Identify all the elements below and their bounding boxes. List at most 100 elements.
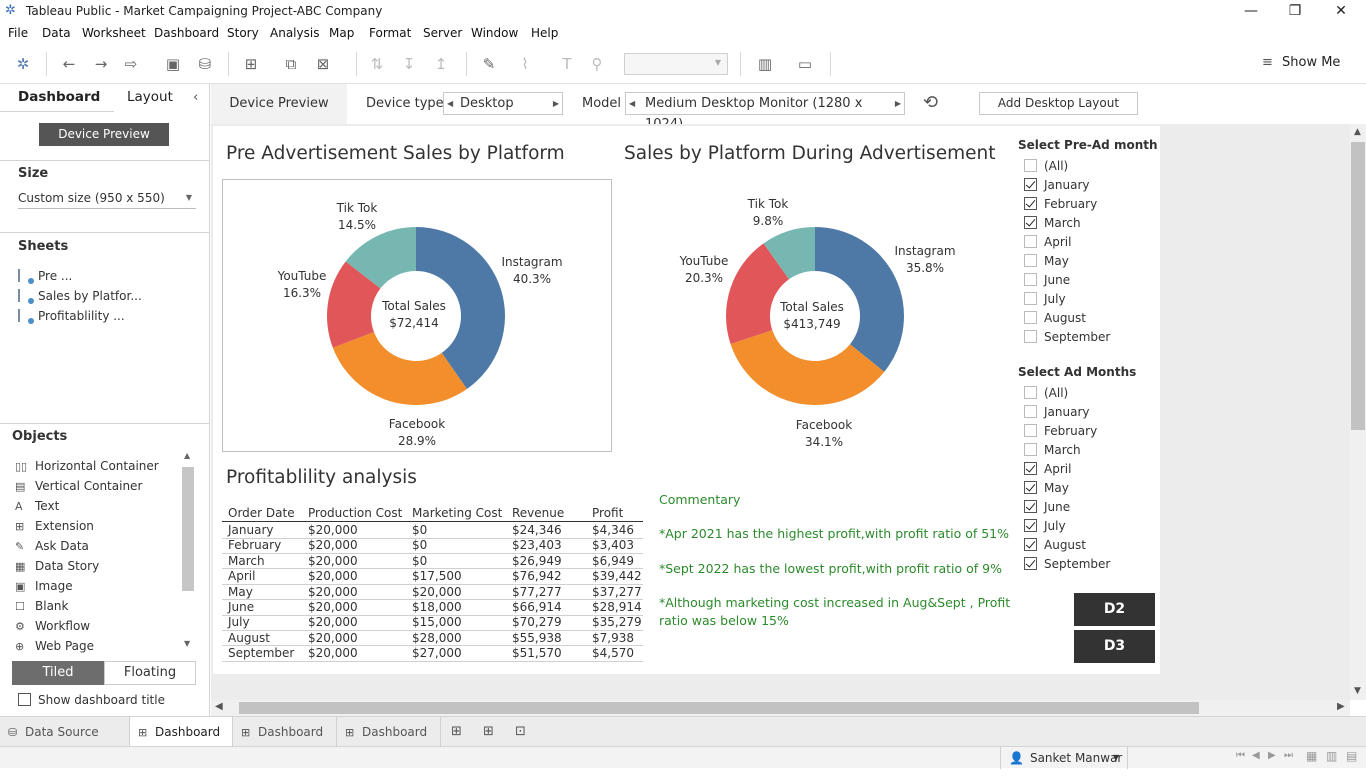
fit-dropdown[interactable]: ▼: [624, 53, 728, 75]
object-ask-data[interactable]: ✎ Ask Data: [15, 539, 89, 553]
checkbox[interactable]: [1024, 443, 1037, 456]
close-button[interactable]: ✕: [1318, 0, 1364, 24]
filter-option[interactable]: January: [1024, 405, 1090, 421]
filter-option[interactable]: July: [1024, 292, 1066, 308]
filmstrip-icon[interactable]: ▥: [1326, 749, 1337, 763]
sheet-item[interactable]: Pre ...: [18, 269, 72, 284]
tiled-button[interactable]: Tiled: [12, 661, 104, 685]
sort-desc-icon[interactable]: ↥: [430, 54, 452, 74]
text-icon[interactable]: T: [556, 54, 578, 74]
add-datasource-icon[interactable]: ⛁: [194, 54, 216, 74]
horizontal-scrollbar[interactable]: ◀ ▶: [211, 700, 1350, 716]
presentation-icon[interactable]: ▭: [794, 54, 816, 74]
show-me-button[interactable]: ≡ Show Me: [1262, 55, 1340, 70]
tab-dashboard-2[interactable]: ⊞Dashboard 2: [233, 717, 337, 770]
filter-option[interactable]: August: [1024, 538, 1086, 554]
checkbox[interactable]: [1024, 216, 1037, 229]
filter-option[interactable]: April: [1024, 462, 1071, 478]
new-dashboard-icon[interactable]: ⊞: [483, 724, 494, 739]
next-sheet-icon[interactable]: ▶: [1268, 750, 1276, 761]
filter-option[interactable]: (All): [1024, 386, 1068, 402]
show-dashboard-title-checkbox[interactable]: Show dashboard title: [18, 693, 165, 707]
slice-facebook[interactable]: [332, 332, 467, 405]
filter-option[interactable]: March: [1024, 216, 1081, 232]
tab-layout[interactable]: Layout: [127, 89, 173, 105]
first-sheet-icon[interactable]: ⏮: [1236, 750, 1245, 761]
object-image[interactable]: ▣ Image: [15, 579, 73, 593]
sheet-item[interactable]: Sales by Platfor...: [18, 289, 142, 304]
checkbox[interactable]: [1024, 273, 1037, 286]
paperclip-icon[interactable]: ⌇: [514, 54, 536, 74]
tableau-logo-icon[interactable]: ✲: [12, 54, 34, 74]
checkbox[interactable]: [1024, 197, 1037, 210]
filter-option[interactable]: June: [1024, 500, 1070, 516]
chevron-right-icon[interactable]: ▶: [553, 93, 559, 114]
new-story-icon[interactable]: ⊡: [515, 724, 526, 739]
scroll-down-icon[interactable]: ▼: [1354, 686, 1361, 696]
checkbox[interactable]: [1024, 424, 1037, 437]
filter-option[interactable]: May: [1024, 481, 1069, 497]
sheet-sorter-icon[interactable]: ▦: [1306, 749, 1317, 763]
checkbox[interactable]: [1024, 500, 1037, 513]
pin-icon[interactable]: ⚲: [586, 54, 608, 74]
object-web-page[interactable]: ⊕ Web Page: [15, 639, 94, 653]
vertical-scrollbar[interactable]: ▲ ▼: [1350, 124, 1366, 700]
scroll-thumb[interactable]: [239, 702, 1199, 714]
menu-story[interactable]: Story: [227, 26, 259, 40]
clear-icon[interactable]: ⊠: [312, 54, 334, 74]
sheet-item[interactable]: Profitablility ...: [18, 309, 125, 324]
add-desktop-layout-button[interactable]: Add Desktop Layout: [979, 92, 1138, 115]
checkbox[interactable]: [1024, 462, 1037, 475]
menu-format[interactable]: Format: [369, 26, 411, 40]
checkbox[interactable]: [1024, 405, 1037, 418]
filter-option[interactable]: April: [1024, 235, 1071, 251]
sort-asc-icon[interactable]: ↧: [398, 54, 420, 74]
checkbox[interactable]: [1024, 386, 1037, 399]
size-dropdown[interactable]: Custom size (950 x 550) ▼: [18, 191, 196, 209]
menu-window[interactable]: Window: [471, 26, 518, 40]
device-preview-button[interactable]: Device Preview: [39, 123, 169, 146]
object-extension[interactable]: ⊞ Extension: [15, 519, 94, 533]
filter-option[interactable]: September: [1024, 557, 1110, 573]
d2-nav-button[interactable]: D2: [1074, 593, 1155, 626]
object-blank[interactable]: ☐ Blank: [15, 599, 68, 613]
minimize-button[interactable]: —: [1228, 0, 1274, 24]
checkbox[interactable]: [1024, 178, 1037, 191]
redo-icon[interactable]: →: [90, 54, 112, 74]
replay-icon[interactable]: ⇨: [120, 54, 142, 74]
tab-dashboard-1[interactable]: ⊞Dashboard 1: [130, 717, 233, 770]
menu-server[interactable]: Server: [423, 26, 462, 40]
scroll-right-icon[interactable]: ▶: [1337, 701, 1345, 712]
tab-data-source[interactable]: ⛁ Data Source: [0, 717, 130, 747]
device-type-select[interactable]: ◀ Desktop ▶: [443, 92, 563, 115]
checkbox[interactable]: [1024, 330, 1037, 343]
duplicate-icon[interactable]: ⧉: [280, 54, 302, 74]
filter-option[interactable]: May: [1024, 254, 1069, 270]
filter-option[interactable]: September: [1024, 330, 1110, 346]
filter-option[interactable]: June: [1024, 273, 1070, 289]
checkbox[interactable]: [1024, 519, 1037, 532]
object-data-story[interactable]: ▦ Data Story: [15, 559, 99, 573]
menu-analysis[interactable]: Analysis: [270, 26, 319, 40]
scroll-down-icon[interactable]: ▼: [184, 639, 190, 648]
scroll-up-icon[interactable]: ▲: [1354, 127, 1361, 137]
filter-option[interactable]: July: [1024, 519, 1066, 535]
collapse-panel-icon[interactable]: ‹: [193, 89, 198, 105]
menu-map[interactable]: Map: [329, 26, 354, 40]
scroll-up-icon[interactable]: ▲: [184, 451, 190, 460]
highlight-icon[interactable]: ✎: [478, 54, 500, 74]
checkbox[interactable]: [1024, 311, 1037, 324]
checkbox[interactable]: [18, 693, 31, 706]
chevron-right-icon[interactable]: ▶: [895, 93, 901, 114]
user-menu[interactable]: 👤 Sanket Manwar ▼: [1000, 747, 1128, 769]
filter-option[interactable]: March: [1024, 443, 1081, 459]
undo-icon[interactable]: ←: [58, 54, 80, 74]
menu-dashboard[interactable]: Dashboard: [154, 26, 219, 40]
chevron-left-icon[interactable]: ◀: [629, 93, 635, 114]
d3-nav-button[interactable]: D3: [1074, 630, 1155, 663]
filter-option[interactable]: February: [1024, 424, 1097, 440]
save-icon[interactable]: ▣: [162, 54, 184, 74]
objects-scrollbar[interactable]: ▲ ▼: [182, 451, 194, 651]
menu-file[interactable]: File: [8, 26, 28, 40]
checkbox[interactable]: [1024, 292, 1037, 305]
